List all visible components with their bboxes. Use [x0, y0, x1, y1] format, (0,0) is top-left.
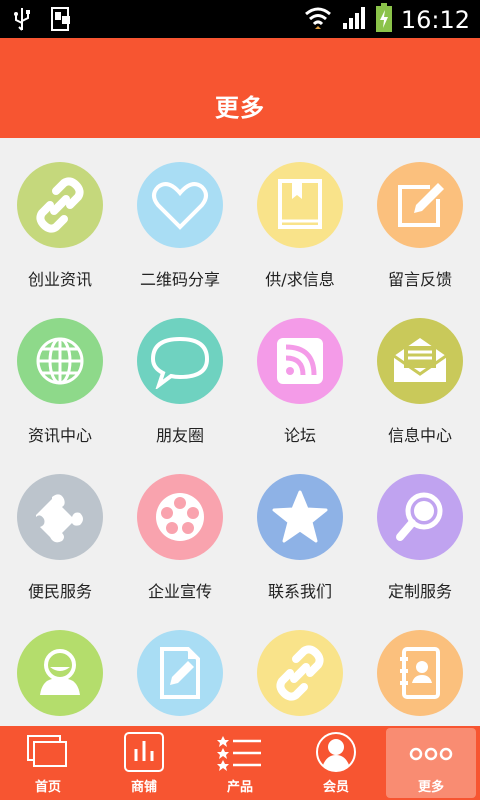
- tab-products[interactable]: 产品: [192, 726, 288, 800]
- member-icon: [288, 730, 384, 774]
- grid-item-label: 朋友圈: [155, 426, 204, 445]
- grid-item-link[interactable]: [240, 606, 360, 726]
- grid-item-label: 联系我们: [267, 582, 332, 601]
- status-bar: 16:12: [0, 0, 480, 38]
- grid-item-label: 创业资讯: [27, 270, 92, 289]
- wifi-icon: [303, 3, 333, 37]
- grid-item-label: 二维码分享: [139, 270, 220, 289]
- status-left: [12, 6, 72, 36]
- grid-item-label: 供/求信息: [265, 270, 335, 289]
- more-dots-icon: [386, 732, 476, 776]
- edit-icon: [377, 162, 463, 248]
- feature-grid: 创业资讯 二维码分享 供/求信息 留言反馈 资讯中心 朋友圈 论坛 信息中心 便…: [0, 138, 480, 726]
- star-icon: [257, 474, 343, 560]
- grid-item-feedback[interactable]: 留言反馈: [360, 138, 480, 294]
- grid-item-moments[interactable]: 朋友圈: [120, 294, 240, 450]
- grid-item-info-center[interactable]: 信息中心: [360, 294, 480, 450]
- grid-item-label: 便民服务: [27, 582, 92, 601]
- home-windows-icon: [0, 730, 96, 774]
- grid-item-contacts[interactable]: [360, 606, 480, 726]
- tab-label: 会员: [322, 780, 349, 795]
- tab-shop[interactable]: 商铺: [96, 726, 192, 800]
- grid-item-label: 留言反馈: [387, 270, 452, 289]
- grid-item-forum[interactable]: 论坛: [240, 294, 360, 450]
- tab-label: 更多: [417, 780, 444, 795]
- page-header: 更多: [0, 38, 480, 138]
- user-icon: [17, 630, 103, 716]
- heart-icon: [137, 162, 223, 248]
- document-notify-icon: [50, 6, 72, 36]
- grid-item-contact-us[interactable]: 联系我们: [240, 450, 360, 606]
- puzzle-icon: [17, 474, 103, 560]
- battery-icon: [375, 3, 393, 37]
- tab-label: 首页: [34, 780, 61, 795]
- tab-member[interactable]: 会员: [288, 726, 384, 800]
- tab-more[interactable]: 更多: [386, 728, 476, 798]
- grid-item-news-center[interactable]: 资讯中心: [0, 294, 120, 450]
- rss-icon: [257, 318, 343, 404]
- envelope-icon: [377, 318, 463, 404]
- grid-item-label: 资讯中心: [27, 426, 92, 445]
- product-list-icon: [192, 730, 288, 774]
- grid-item-label: 企业宣传: [147, 582, 212, 601]
- grid-item-convenience[interactable]: 便民服务: [0, 450, 120, 606]
- status-right: 16:12: [303, 3, 470, 37]
- film-reel-icon: [137, 474, 223, 560]
- book-icon: [257, 162, 343, 248]
- grid-item-member[interactable]: [0, 606, 120, 726]
- tab-label: 商铺: [130, 780, 157, 795]
- grid-item-label: 信息中心: [387, 426, 452, 445]
- contacts-icon: [377, 630, 463, 716]
- document-edit-icon: [137, 630, 223, 716]
- grid-item-custom-service[interactable]: 定制服务: [360, 450, 480, 606]
- chat-bubble-icon: [137, 318, 223, 404]
- tab-label: 产品: [226, 780, 253, 795]
- usb-icon: [12, 6, 32, 36]
- globe-icon: [17, 318, 103, 404]
- grid-item-document[interactable]: [120, 606, 240, 726]
- page-title: 更多: [215, 94, 265, 122]
- grid-item-label: 论坛: [283, 426, 316, 445]
- signal-icon: [341, 5, 367, 35]
- grid-item-supply-demand[interactable]: 供/求信息: [240, 138, 360, 294]
- tab-home[interactable]: 首页: [0, 726, 96, 800]
- bottom-tab-bar: 首页 商铺 产品 会员 更多: [0, 726, 480, 800]
- grid-item-promotion[interactable]: 企业宣传: [120, 450, 240, 606]
- shop-chart-icon: [96, 730, 192, 774]
- status-time: 16:12: [400, 6, 470, 34]
- grid-item-qr-share[interactable]: 二维码分享: [120, 138, 240, 294]
- magnifier-icon: [377, 474, 463, 560]
- grid-item-startup-news[interactable]: 创业资讯: [0, 138, 120, 294]
- link-icon: [257, 630, 343, 716]
- grid-item-label: 定制服务: [387, 582, 452, 601]
- link-icon: [17, 162, 103, 248]
